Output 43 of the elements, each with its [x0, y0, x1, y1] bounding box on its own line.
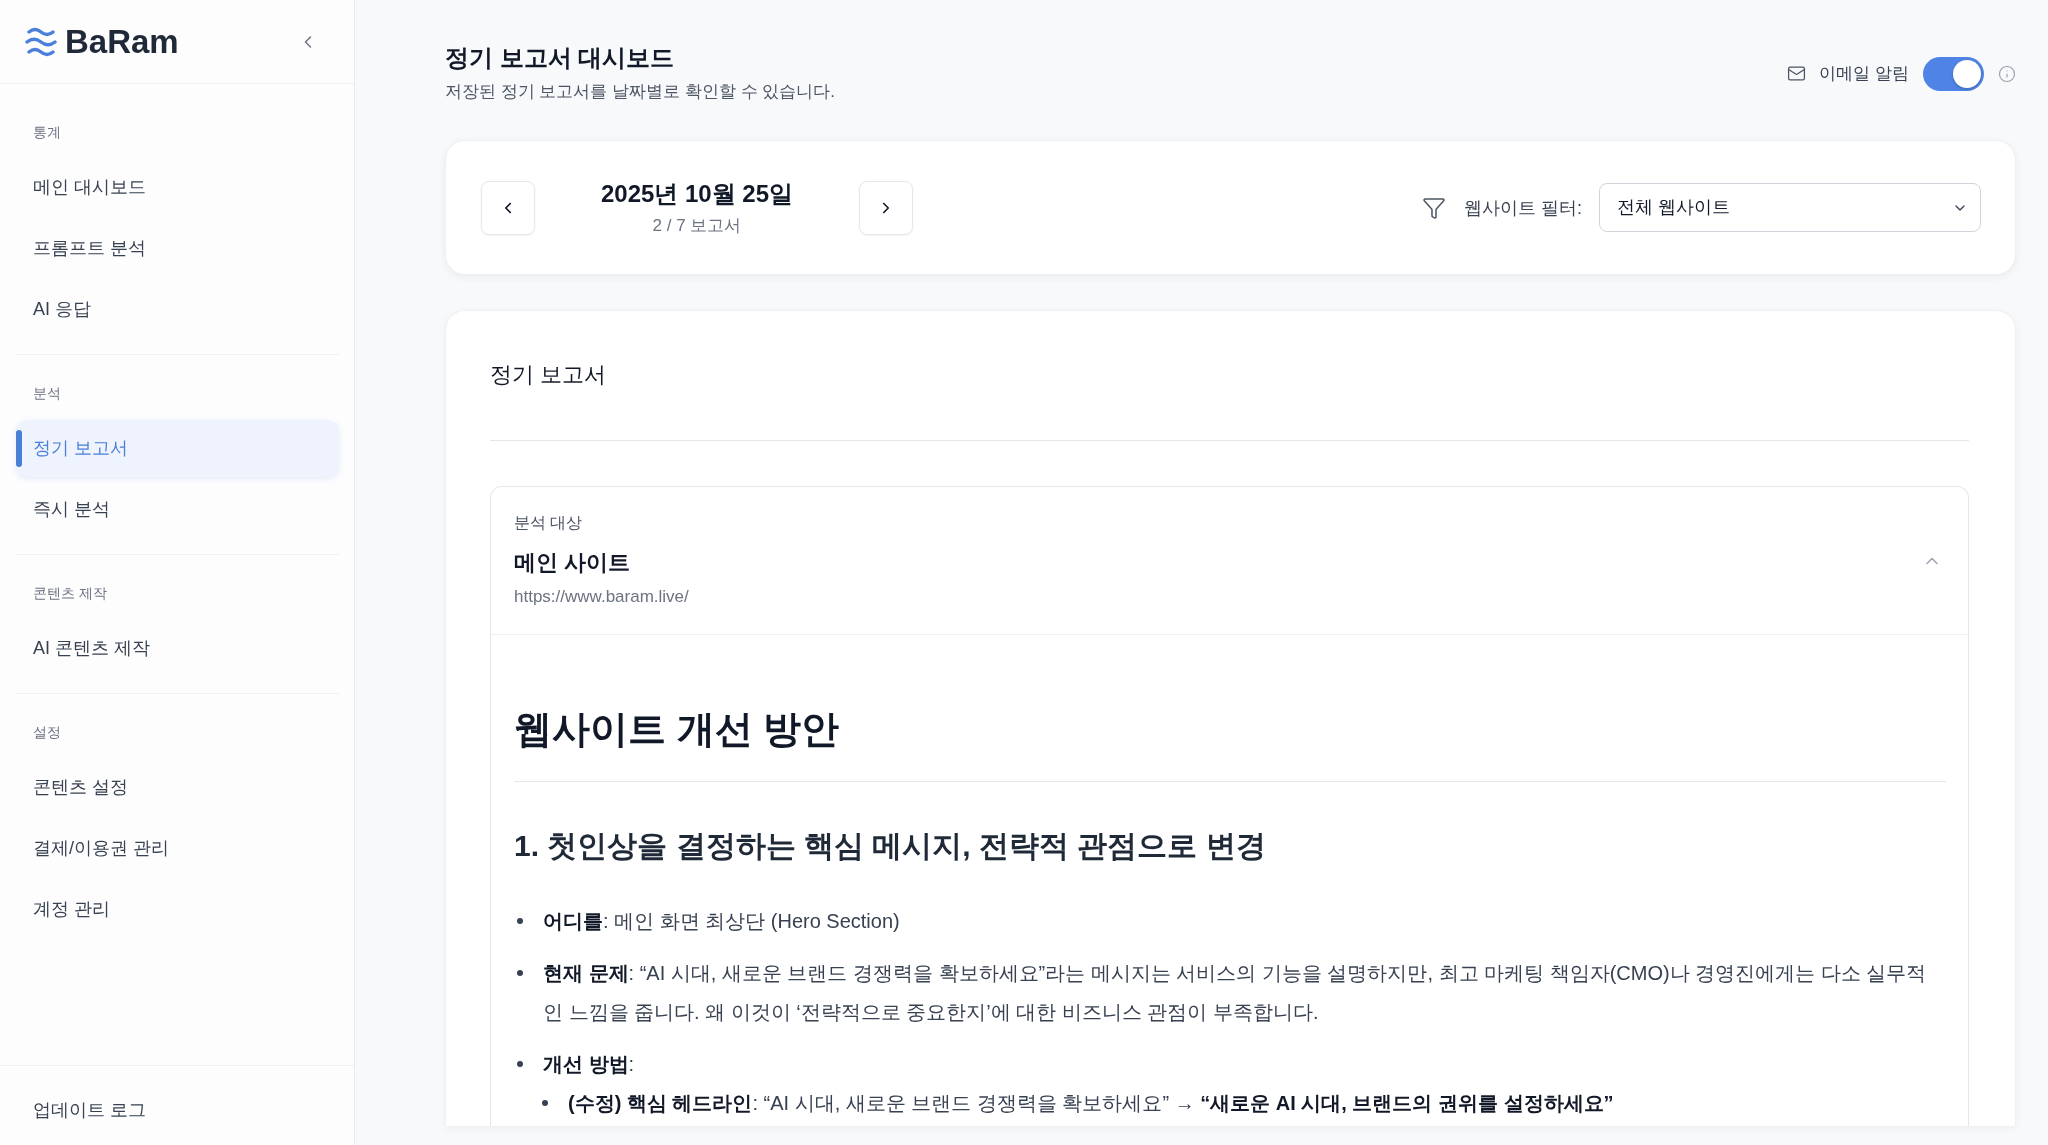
previous-report-button[interactable] — [481, 180, 535, 235]
target-name: 메인 사이트 — [514, 549, 631, 577]
sidebar-section-title: 콘텐츠 제작 — [33, 585, 107, 601]
report-heading: 웹사이트 개선 방안 — [514, 707, 841, 752]
email-alert-toggle[interactable] — [1923, 56, 1984, 91]
bullet-icon — [517, 970, 523, 976]
bullet-text: 개선 방법: — [543, 1052, 636, 1077]
sidebar-section-title: 분석 — [33, 385, 61, 401]
page-subtitle: 저장된 정기 보고서를 날짜별로 확인할 수 있습니다. — [445, 81, 836, 103]
sidebar-item[interactable]: 결제/이용권 관리 — [16, 820, 339, 877]
sidebar-item[interactable]: AI 응답 — [16, 281, 339, 338]
mail-icon — [1787, 64, 1807, 83]
filter-icon — [1422, 195, 1446, 220]
next-report-button[interactable] — [859, 180, 913, 235]
page-title: 정기 보고서 대시보드 — [445, 43, 676, 73]
sidebar-item[interactable]: 업데이트 로그 — [16, 1082, 338, 1139]
bullet-icon — [542, 1100, 548, 1106]
sidebar-item[interactable]: 메인 대시보드 — [16, 159, 339, 216]
sidebar-item[interactable]: 콘텐츠 설정 — [16, 759, 339, 816]
sidebar-item[interactable]: 정기 보고서 — [16, 420, 339, 477]
sidebar-section-title: 설정 — [33, 724, 61, 740]
sidebar-item[interactable]: AI 콘텐츠 제작 — [16, 620, 339, 677]
wave-logo-icon — [25, 26, 57, 57]
sidebar-section-title: 통계 — [33, 124, 61, 140]
brand-logo-text: BaRam — [65, 21, 179, 62]
bullet-text: 현재 문제: “AI 시대, 새로운 브랜드 경쟁력을 확보하세요”라는 메시지는 서비스의 기능을 설명하지만, 최고 마케팅 책임자(CMO)나 경영진에게는 다소 실무적인 느낌을 줍니다. 왜 이것이 ‘전략적으로 중요한지’에 대한 비즈니스 관점이 부족합니다. — [543, 961, 1928, 1025]
bullet-icon — [517, 918, 523, 924]
filter-label: 웹사이트 필터: — [1464, 196, 1582, 220]
bullet-text: 어디를: 메인 화면 최상단 (Hero Section) — [543, 909, 901, 934]
report-card-title: 정기 보고서 — [490, 361, 608, 389]
sidebar-item[interactable]: 즉시 분석 — [16, 481, 339, 538]
website-filter-select[interactable]: 전체 웹사이트 — [1599, 183, 1981, 232]
email-alert-label: 이메일 알림 — [1819, 62, 1909, 85]
target-url: https://www.baram.live/ — [514, 586, 689, 608]
report-position: 2 / 7 보고서 — [652, 214, 742, 237]
info-icon[interactable] — [1998, 64, 2016, 83]
sidebar-item[interactable]: 프롬프트 분석 — [16, 220, 339, 277]
bullet-text: (수정) 핵심 헤드라인: “AI 시대, 새로운 브랜드 경쟁력을 확보하세요” → “새로운 AI 시대, 브랜드의 권위를 설정하세요” — [568, 1091, 1615, 1116]
target-label: 분석 대상 — [514, 513, 583, 533]
section-heading: 1. 첫인상을 결정하는 핵심 메시지, 전략적 관점으로 변경 — [514, 828, 1267, 864]
report-date: 2025년 10월 25일 — [600, 178, 794, 209]
sidebar-item[interactable]: 계정 관리 — [16, 881, 339, 938]
bullet-icon — [517, 1061, 523, 1067]
